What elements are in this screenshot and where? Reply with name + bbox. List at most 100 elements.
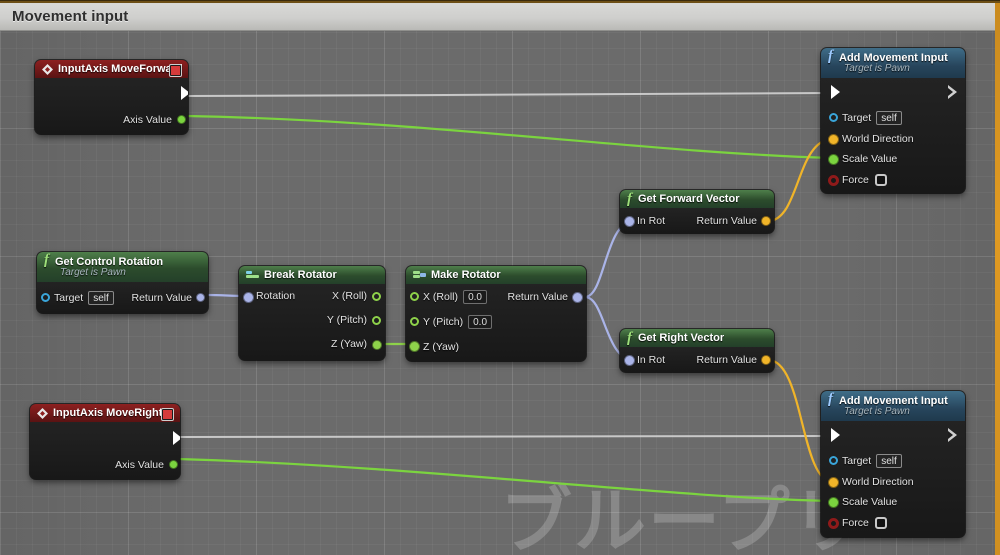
input-pin-force[interactable] bbox=[828, 518, 839, 529]
pin-label-scale-value: Scale Value bbox=[842, 153, 898, 165]
node-break-rotator[interactable]: Break Rotator Rotation X (Roll) Y (Pitch… bbox=[239, 266, 385, 360]
input-pin-target[interactable] bbox=[829, 113, 838, 122]
x-roll-value-field[interactable]: 0.0 bbox=[463, 289, 488, 304]
pin-row-y-pitch[interactable]: Y (Pitch) 0.0 bbox=[406, 309, 586, 334]
input-pin-rotation[interactable] bbox=[243, 292, 254, 303]
pin-row-z-yaw[interactable]: Z (Yaw) bbox=[406, 334, 586, 359]
pin-row-axis-value[interactable]: Axis Value bbox=[35, 108, 188, 132]
target-self-field[interactable]: self bbox=[876, 110, 902, 125]
node-get-control-rotation[interactable]: f Get Control Rotation Target is Pawn Ta… bbox=[37, 252, 208, 313]
pin-row-exec[interactable] bbox=[821, 78, 965, 106]
exec-input-pin[interactable] bbox=[831, 85, 840, 99]
pin-row-target[interactable]: Target self bbox=[821, 449, 965, 472]
event-indicator-icon[interactable] bbox=[169, 64, 182, 77]
output-pin-z-yaw[interactable] bbox=[372, 340, 382, 350]
function-icon: f bbox=[627, 329, 632, 346]
output-pin-axis-value[interactable] bbox=[169, 460, 178, 469]
pin-row-x-roll[interactable]: X (Roll) 0.0 Return Value bbox=[406, 284, 586, 309]
input-pin-scale-value[interactable] bbox=[828, 497, 839, 508]
output-pin-x-roll[interactable] bbox=[372, 292, 381, 301]
node-header[interactable]: f Get Control Rotation Target is Pawn bbox=[37, 252, 208, 282]
input-pin-world-direction[interactable] bbox=[828, 134, 839, 145]
node-get-right-vector[interactable]: f Get Right Vector In Rot Return Value bbox=[620, 329, 774, 372]
event-diamond-icon bbox=[42, 64, 53, 75]
output-pin-y-pitch[interactable] bbox=[372, 316, 381, 325]
input-pin-y-pitch[interactable] bbox=[410, 317, 419, 326]
node-header[interactable]: Make Rotator bbox=[406, 266, 586, 284]
pin-label-force: Force bbox=[842, 517, 869, 529]
target-self-field[interactable]: self bbox=[88, 290, 114, 305]
pin-label-target: Target bbox=[842, 454, 872, 467]
pin-row-exec[interactable] bbox=[821, 421, 965, 449]
event-indicator-icon[interactable] bbox=[161, 408, 174, 421]
window-accent-border-right bbox=[995, 0, 1000, 555]
exec-output-pin[interactable] bbox=[948, 428, 957, 442]
node-inputaxis-moveforward[interactable]: InputAxis MoveForward Axis Value bbox=[35, 60, 188, 134]
node-body: Target self Return Value bbox=[37, 282, 208, 313]
pin-row-force[interactable]: Force bbox=[821, 169, 965, 191]
pin-row-in-rot[interactable]: In Rot Return Value bbox=[620, 208, 774, 233]
pin-row-target[interactable]: Target self bbox=[821, 106, 965, 129]
input-pin-x-roll[interactable] bbox=[410, 292, 419, 301]
output-pin-return-value[interactable] bbox=[761, 355, 771, 365]
pin-label-world-direction: World Direction bbox=[842, 133, 914, 145]
pin-label-target: Target bbox=[54, 291, 84, 304]
node-header[interactable]: f Add Movement Input Target is Pawn bbox=[821, 391, 965, 421]
pin-row-scale-value[interactable]: Scale Value bbox=[821, 492, 965, 512]
pin-row-target[interactable]: Target self Return Value bbox=[37, 282, 208, 313]
pin-row-scale-value[interactable]: Scale Value bbox=[821, 149, 965, 169]
exec-output-pin[interactable] bbox=[181, 86, 188, 100]
node-inputaxis-moveright[interactable]: InputAxis MoveRight Axis Value bbox=[30, 404, 180, 479]
pin-row-in-rot[interactable]: In Rot Return Value bbox=[620, 347, 774, 372]
node-body: In Rot Return Value bbox=[620, 208, 774, 233]
pin-row-exec-out[interactable] bbox=[30, 422, 180, 453]
input-pin-in-rot[interactable] bbox=[624, 216, 635, 227]
target-self-field[interactable]: self bbox=[876, 453, 902, 468]
pin-row-y-pitch[interactable]: Y (Pitch) bbox=[239, 308, 385, 332]
node-subtitle: Target is Pawn bbox=[844, 63, 910, 74]
node-add-movement-input-right[interactable]: f Add Movement Input Target is Pawn Targ… bbox=[821, 391, 965, 537]
pin-label-x-roll: X (Roll) bbox=[331, 290, 367, 302]
pin-label-axis-value: Axis Value bbox=[115, 459, 164, 471]
node-header[interactable]: f Get Forward Vector bbox=[620, 190, 774, 208]
exec-output-pin[interactable] bbox=[948, 85, 957, 99]
node-add-movement-input-forward[interactable]: f Add Movement Input Target is Pawn Targ… bbox=[821, 48, 965, 193]
node-header[interactable]: InputAxis MoveForward bbox=[35, 60, 188, 78]
pin-row-z-yaw[interactable]: Z (Yaw) bbox=[239, 332, 385, 356]
force-checkbox[interactable] bbox=[874, 174, 887, 186]
pin-label-return-value: Return Value bbox=[696, 214, 757, 227]
input-pin-scale-value[interactable] bbox=[828, 154, 839, 165]
node-get-forward-vector[interactable]: f Get Forward Vector In Rot Return Value bbox=[620, 190, 774, 233]
pin-row-force[interactable]: Force bbox=[821, 512, 965, 534]
input-pin-target[interactable] bbox=[41, 293, 50, 302]
input-pin-force[interactable] bbox=[828, 175, 839, 186]
exec-input-pin[interactable] bbox=[831, 428, 840, 442]
pin-label-in-rot: In Rot bbox=[637, 214, 666, 227]
pin-row-world-direction[interactable]: World Direction bbox=[821, 472, 965, 492]
node-header[interactable]: Break Rotator bbox=[239, 266, 385, 284]
node-title: Get Forward Vector bbox=[638, 193, 740, 205]
y-pitch-value-field[interactable]: 0.0 bbox=[468, 314, 493, 329]
input-pin-world-direction[interactable] bbox=[828, 477, 839, 488]
exec-output-pin[interactable] bbox=[173, 431, 180, 445]
pin-row-axis-value[interactable]: Axis Value bbox=[30, 453, 180, 477]
node-header[interactable]: f Add Movement Input Target is Pawn bbox=[821, 48, 965, 78]
output-pin-return-value[interactable] bbox=[196, 293, 205, 302]
pin-row-world-direction[interactable]: World Direction bbox=[821, 129, 965, 149]
break-struct-icon bbox=[246, 270, 259, 281]
output-pin-return-value[interactable] bbox=[572, 292, 583, 303]
blueprint-editor-window: ブループリ InputAxis MoveForward Axis Value I… bbox=[0, 0, 1000, 555]
pin-row-exec-out[interactable] bbox=[35, 78, 188, 108]
pin-row-rotation[interactable]: Rotation X (Roll) bbox=[239, 284, 385, 308]
node-header[interactable]: f Get Right Vector bbox=[620, 329, 774, 347]
node-make-rotator[interactable]: Make Rotator X (Roll) 0.0 Return Value Y… bbox=[406, 266, 586, 361]
pin-label-target: Target bbox=[842, 111, 872, 124]
node-header[interactable]: InputAxis MoveRight bbox=[30, 404, 180, 422]
input-pin-in-rot[interactable] bbox=[624, 355, 635, 366]
input-pin-target[interactable] bbox=[829, 456, 838, 465]
input-pin-z-yaw[interactable] bbox=[409, 341, 420, 352]
node-body: Axis Value bbox=[35, 78, 188, 134]
output-pin-return-value[interactable] bbox=[761, 216, 771, 226]
force-checkbox[interactable] bbox=[874, 517, 887, 529]
output-pin-axis-value[interactable] bbox=[177, 115, 186, 124]
